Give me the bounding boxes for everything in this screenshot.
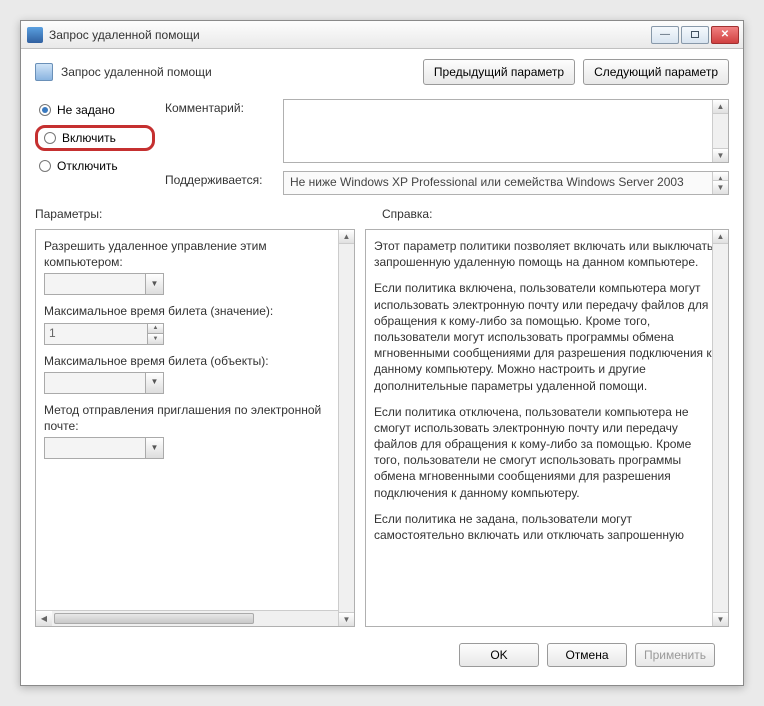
scrollbar[interactable]: ▲ ▼ xyxy=(712,230,728,626)
allow-remote-label: Разрешить удаленное управление этим комп… xyxy=(44,238,344,270)
next-setting-button[interactable]: Следующий параметр xyxy=(583,59,729,85)
titlebar[interactable]: Запрос удаленной помощи — ✕ xyxy=(21,21,743,49)
comment-textarea[interactable]: ▲ ▼ xyxy=(283,99,729,163)
radio-label: Отключить xyxy=(57,159,118,173)
app-icon xyxy=(27,27,43,43)
previous-setting-button[interactable]: Предыдущий параметр xyxy=(423,59,575,85)
scroll-up-icon[interactable]: ▲ xyxy=(339,230,354,244)
invite-method-combo[interactable]: ▼ xyxy=(44,437,164,459)
maximize-button[interactable] xyxy=(681,26,709,44)
scroll-down-icon[interactable]: ▼ xyxy=(339,612,354,626)
horizontal-scrollbar[interactable]: ◀ ▶ xyxy=(36,610,354,626)
radio-label: Включить xyxy=(62,131,116,145)
policy-icon xyxy=(35,63,53,81)
supported-label: Поддерживается: xyxy=(165,171,275,187)
help-text: Этот параметр политики позволяет включат… xyxy=(366,230,728,626)
ok-button[interactable]: OK xyxy=(459,643,539,667)
scroll-down-icon[interactable]: ▼ xyxy=(713,148,728,162)
ticket-units-label: Максимальное время билета (объекты): xyxy=(44,353,344,369)
radio-enabled[interactable]: Включить xyxy=(35,125,155,151)
radio-label: Не задано xyxy=(57,103,115,117)
radio-disabled[interactable]: Отключить xyxy=(35,157,155,175)
chevron-down-icon: ▼ xyxy=(145,274,163,294)
invite-method-label: Метод отправления приглашения по электро… xyxy=(44,402,344,434)
scroll-down-icon[interactable]: ▼ xyxy=(713,180,728,194)
dialog-window: Запрос удаленной помощи — ✕ Запрос удале… xyxy=(20,20,744,686)
minimize-button[interactable]: — xyxy=(651,26,679,44)
cancel-button[interactable]: Отмена xyxy=(547,643,627,667)
allow-remote-combo[interactable]: ▼ xyxy=(44,273,164,295)
spin-down-icon[interactable]: ▼ xyxy=(148,334,163,344)
scrollbar[interactable]: ▲ ▼ xyxy=(338,230,354,626)
help-heading: Справка: xyxy=(382,207,729,221)
scrollbar[interactable]: ▲ ▼ xyxy=(712,100,728,162)
params-heading: Параметры: xyxy=(35,207,382,221)
scroll-thumb[interactable] xyxy=(54,613,254,624)
radio-icon xyxy=(39,160,51,172)
parameters-pane: Разрешить удаленное управление этим комп… xyxy=(35,229,355,627)
help-pane: Этот параметр политики позволяет включат… xyxy=(365,229,729,627)
radio-not-configured[interactable]: Не задано xyxy=(35,101,155,119)
chevron-down-icon: ▼ xyxy=(145,438,163,458)
ticket-value-label: Максимальное время билета (значение): xyxy=(44,303,344,319)
scroll-left-icon[interactable]: ◀ xyxy=(36,611,52,626)
policy-title: Запрос удаленной помощи xyxy=(61,65,415,79)
close-button[interactable]: ✕ xyxy=(711,26,739,44)
supported-text: Не ниже Windows XP Professional или семе… xyxy=(283,171,729,195)
scroll-up-icon[interactable]: ▲ xyxy=(713,230,728,244)
window-title: Запрос удаленной помощи xyxy=(49,28,651,42)
scrollbar[interactable]: ▲ ▼ xyxy=(712,172,728,194)
scroll-up-icon[interactable]: ▲ xyxy=(713,100,728,114)
radio-icon xyxy=(39,104,51,116)
state-radio-group: Не задано Включить Отключить xyxy=(35,99,155,195)
spin-up-icon[interactable]: ▲ xyxy=(148,324,163,334)
comment-label: Комментарий: xyxy=(165,99,275,115)
radio-icon xyxy=(44,132,56,144)
ticket-value-spinner[interactable]: 1 ▲▼ xyxy=(44,323,164,345)
ticket-units-combo[interactable]: ▼ xyxy=(44,372,164,394)
chevron-down-icon: ▼ xyxy=(145,373,163,393)
apply-button[interactable]: Применить xyxy=(635,643,715,667)
scroll-down-icon[interactable]: ▼ xyxy=(713,612,728,626)
